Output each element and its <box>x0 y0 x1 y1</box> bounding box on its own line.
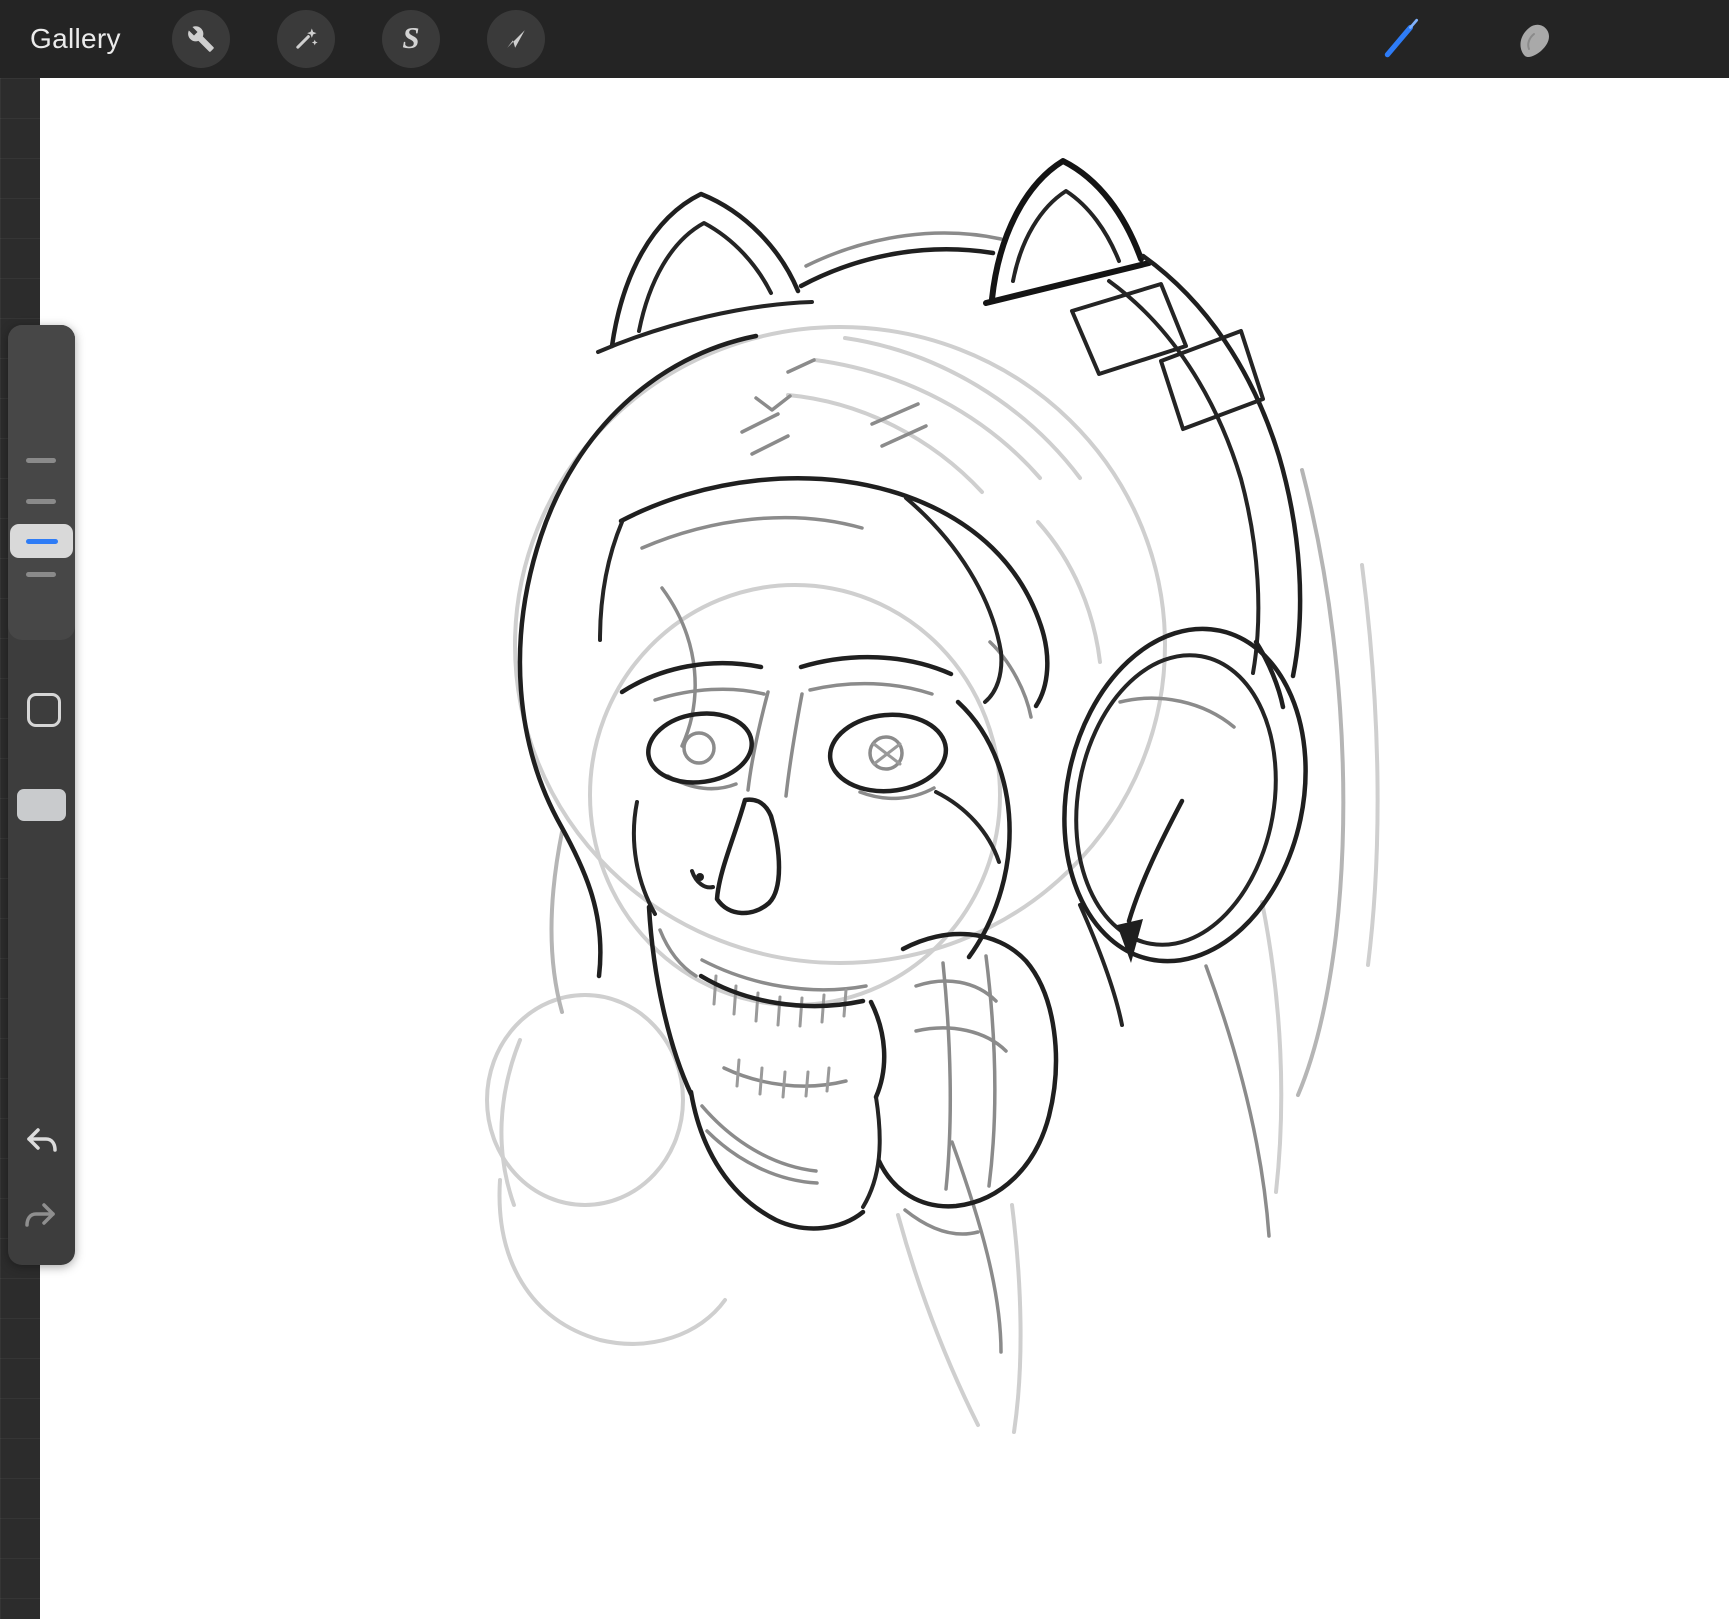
wrench-icon <box>187 25 215 53</box>
slider-tick <box>26 572 56 577</box>
undo-arrow-icon <box>21 1120 61 1160</box>
brush-tool-button[interactable] <box>1372 10 1430 68</box>
adjustments-button[interactable] <box>277 10 335 68</box>
magic-wand-icon <box>292 25 320 53</box>
slider-tick <box>26 499 56 504</box>
brush-icon <box>1378 16 1424 62</box>
slider-thumb[interactable] <box>10 524 73 558</box>
smudge-icon <box>1512 19 1552 59</box>
redo-button[interactable] <box>16 1190 66 1240</box>
slider-tick <box>26 458 56 463</box>
actions-button[interactable] <box>172 10 230 68</box>
transform-button[interactable] <box>487 10 545 68</box>
modify-square-icon[interactable] <box>27 693 61 727</box>
s-curve-icon: S <box>402 20 419 56</box>
undo-button[interactable] <box>16 1115 66 1165</box>
smudge-tool-button[interactable] <box>1503 10 1561 68</box>
slider-active-tick <box>26 539 58 544</box>
transform-arrow-icon <box>502 25 530 53</box>
tool-sidebar <box>8 325 75 1265</box>
top-toolbar: Gallery S <box>0 0 1729 78</box>
app-window: Gallery S <box>0 0 1729 1619</box>
selection-button[interactable]: S <box>382 10 440 68</box>
brush-size-slider[interactable] <box>8 325 75 640</box>
opacity-swatch[interactable] <box>17 789 66 821</box>
redo-arrow-icon <box>21 1195 61 1235</box>
gallery-button[interactable]: Gallery <box>30 23 121 55</box>
canvas[interactable] <box>40 78 1729 1619</box>
